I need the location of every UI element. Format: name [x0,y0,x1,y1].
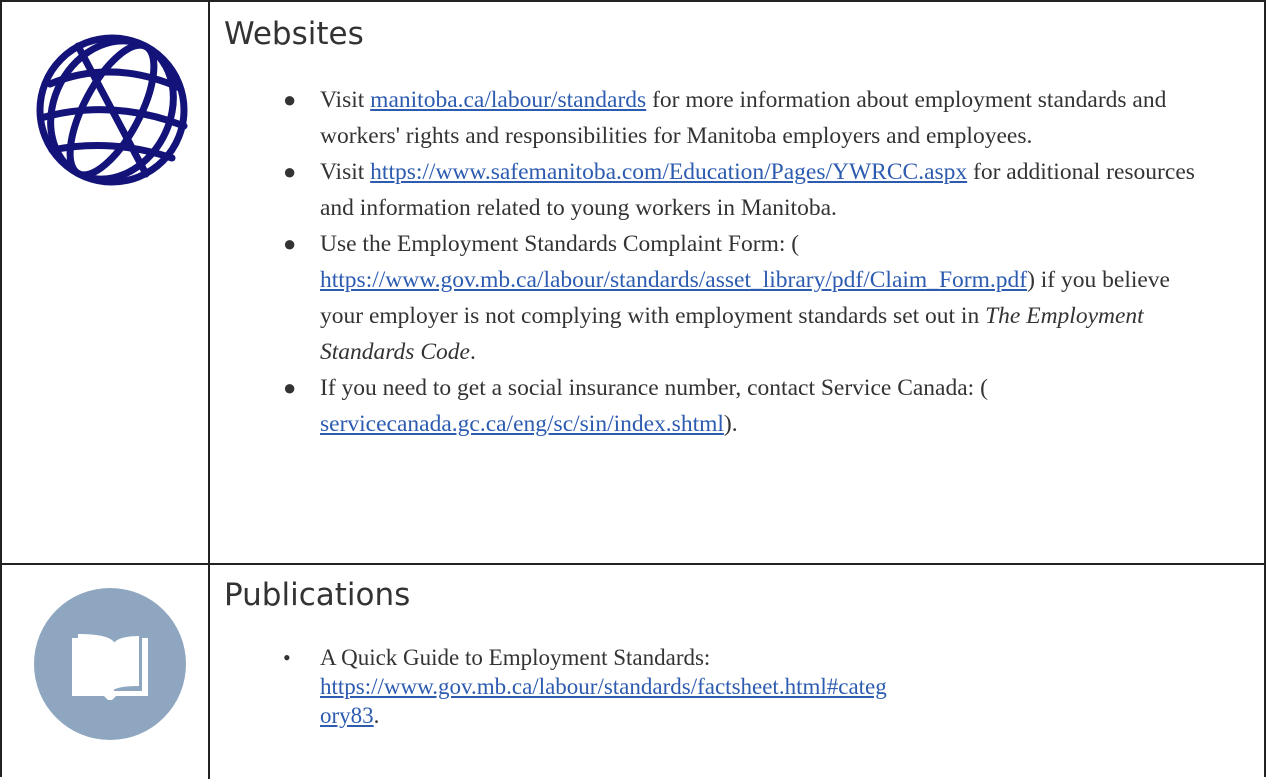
item-text: . [469,339,476,365]
publications-row: Publications • A Quick Guide to Employmen… [2,565,1264,779]
publications-list: • A Quick Guide to Employment Standards: … [283,643,980,730]
publications-heading: Publications [224,577,411,613]
book-icon [34,588,186,740]
resources-table: Websites ● Visit manitoba.ca/labour/stand… [0,0,1266,779]
publications-content-cell: Publications • A Quick Guide to Employmen… [212,565,1264,779]
list-item: • A Quick Guide to Employment Standards: … [283,643,980,730]
bullet-icon: ● [283,375,297,400]
item-text: If you need to get a social insurance nu… [320,375,988,401]
websites-list: ● Visit manitoba.ca/labour/standards for … [283,82,1200,442]
globe-icon [36,34,188,186]
item-text: A Quick Guide to Employment Standards: [320,645,711,670]
bullet-icon: ● [283,87,297,112]
factsheet-link-part1: https://www.gov.mb.ca/labour/standards/f… [320,674,887,699]
websites-heading: Websites [224,16,364,52]
list-item: ● Use the Employment Standards Complaint … [283,226,1200,370]
factsheet-link[interactable]: https://www.gov.mb.ca/labour/standards/f… [320,674,887,728]
bullet-icon: ● [283,159,297,184]
websites-content-cell: Websites ● Visit manitoba.ca/labour/stand… [212,2,1264,563]
publications-icon-cell [2,565,210,779]
list-item: ● Visit https://www.safemanitoba.com/Educ… [283,154,1200,226]
websites-row: Websites ● Visit manitoba.ca/labour/stand… [2,2,1264,565]
list-item: ● If you need to get a social insurance n… [283,370,1200,442]
item-text: Visit [320,159,371,185]
service-canada-link[interactable]: servicecanada.gc.ca/eng/sc/sin/index.sht… [320,411,724,437]
claim-form-link[interactable]: https://www.gov.mb.ca/labour/standards/a… [320,267,1027,293]
bullet-icon: • [283,645,291,670]
item-text: . [373,703,380,728]
list-item: ● Visit manitoba.ca/labour/standards for … [283,82,1200,154]
bullet-icon: ● [283,231,297,256]
item-text: Visit [320,87,371,113]
websites-icon-cell [2,2,210,563]
factsheet-link-part2: ory83 [320,703,374,728]
labour-standards-link[interactable]: manitoba.ca/labour/standards [370,87,646,113]
item-text: Use the Employment Standards Complaint F… [320,231,800,257]
item-text: ). [723,411,738,437]
safemanitoba-link[interactable]: https://www.safemanitoba.com/Education/P… [370,159,967,185]
